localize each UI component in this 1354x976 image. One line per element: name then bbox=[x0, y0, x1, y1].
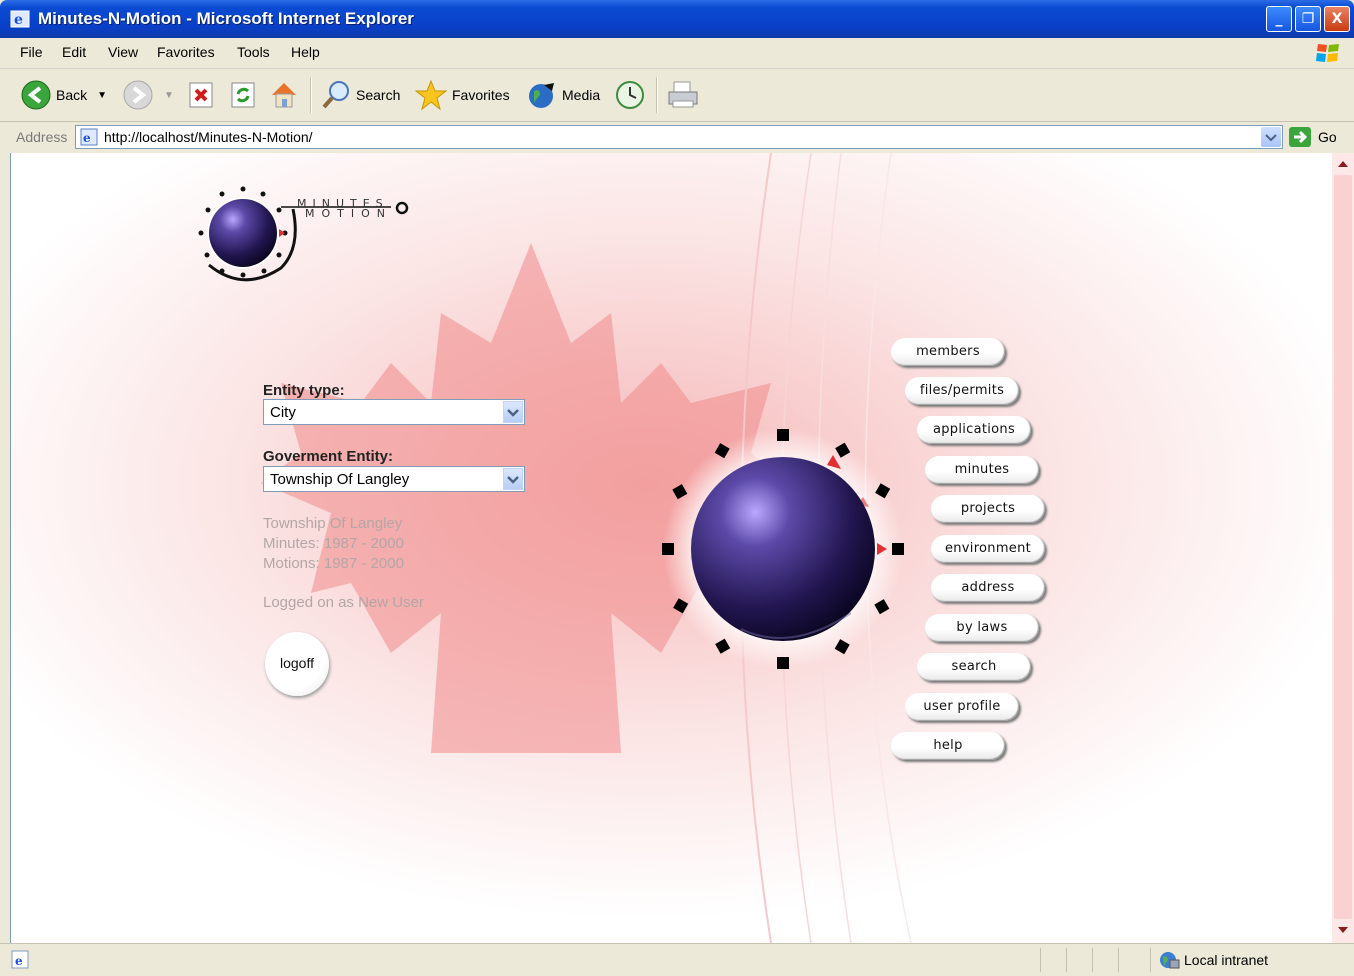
media-globe-icon bbox=[529, 83, 554, 108]
toolbar-separator bbox=[310, 77, 312, 113]
status-divider bbox=[1040, 948, 1041, 972]
status-divider bbox=[1066, 948, 1067, 972]
page-icon: e bbox=[80, 128, 98, 146]
page-background bbox=[11, 153, 1333, 943]
forward-dropdown-icon[interactable]: ▼ bbox=[164, 90, 174, 101]
toolbar: Back ▼ ▼ Search Favorites Media bbox=[0, 69, 1354, 122]
refresh-button[interactable] bbox=[228, 77, 258, 113]
address-bar: Address e http://localhost/Minutes-N-Mot… bbox=[0, 122, 1354, 152]
back-button[interactable]: Back ▼ bbox=[20, 77, 107, 113]
favorites-star-icon bbox=[414, 79, 448, 111]
menu-bar: File Edit View Favorites Tools Help bbox=[0, 38, 1354, 69]
nav-by-laws-button[interactable]: by laws bbox=[925, 614, 1039, 642]
nav-applications-button[interactable]: applications bbox=[917, 416, 1031, 444]
minimize-button[interactable]: _ bbox=[1266, 6, 1292, 32]
government-entity-label: Goverment Entity: bbox=[263, 448, 394, 465]
restore-button[interactable]: ❐ bbox=[1295, 6, 1321, 32]
nav-search-button[interactable]: search bbox=[917, 653, 1031, 681]
search-icon bbox=[322, 81, 349, 109]
motions-range-text: Motions: 1987 - 2000 bbox=[263, 555, 404, 572]
entity-type-label: Entity type: bbox=[263, 382, 345, 399]
go-button[interactable]: Go bbox=[1288, 126, 1337, 148]
menu-view[interactable]: View bbox=[108, 44, 138, 60]
menu-favorites[interactable]: Favorites bbox=[157, 44, 215, 60]
window-titlebar: e Minutes-N-Motion - Microsoft Internet … bbox=[0, 0, 1354, 38]
back-dropdown-icon[interactable]: ▼ bbox=[97, 90, 107, 101]
logged-on-text: Logged on as New User bbox=[263, 594, 424, 611]
logoff-button[interactable]: logoff bbox=[265, 632, 329, 696]
address-label: Address bbox=[16, 129, 68, 145]
status-divider bbox=[1092, 948, 1093, 972]
status-bar: e Local intranet bbox=[0, 943, 1354, 976]
entity-type-value: City bbox=[270, 404, 296, 421]
window-title: Minutes-N-Motion - Microsoft Internet Ex… bbox=[38, 9, 414, 28]
entity-name-text: Township Of Langley bbox=[263, 515, 403, 532]
windows-flag-icon bbox=[1316, 44, 1339, 62]
menu-edit[interactable]: Edit bbox=[62, 44, 86, 60]
entity-type-dropdown-button[interactable] bbox=[503, 401, 523, 423]
scrollbar-track[interactable] bbox=[1334, 175, 1352, 919]
favorites-button[interactable]: Favorites bbox=[414, 77, 510, 113]
forward-button[interactable]: ▼ bbox=[122, 77, 174, 113]
status-divider bbox=[1150, 948, 1151, 972]
address-dropdown-button[interactable] bbox=[1261, 127, 1281, 147]
print-button[interactable] bbox=[666, 77, 700, 113]
address-url: http://localhost/Minutes-N-Motion/ bbox=[104, 129, 313, 145]
scroll-down-arrow-icon[interactable] bbox=[1334, 921, 1352, 939]
nav-user-profile-button[interactable]: user profile bbox=[905, 693, 1019, 721]
intranet-globe-icon bbox=[1160, 952, 1180, 969]
print-icon bbox=[668, 81, 698, 108]
government-entity-select[interactable]: Township Of Langley bbox=[263, 466, 525, 492]
search-button[interactable]: Search bbox=[320, 77, 400, 113]
logo-text-motion: MOTION bbox=[305, 207, 392, 220]
home-icon bbox=[272, 83, 296, 108]
chevron-down-icon bbox=[507, 409, 519, 417]
history-icon bbox=[616, 81, 644, 109]
svg-text:e: e bbox=[83, 131, 91, 145]
nav-members-button[interactable]: members bbox=[891, 338, 1005, 366]
government-entity-dropdown-button[interactable] bbox=[503, 468, 523, 490]
nav-projects-button[interactable]: projects bbox=[931, 495, 1045, 523]
nav-help-button[interactable]: help bbox=[891, 732, 1005, 760]
svg-text:e: e bbox=[15, 954, 23, 968]
toolbar-separator bbox=[656, 77, 658, 113]
stop-icon bbox=[189, 82, 213, 108]
nav-minutes-button[interactable]: minutes bbox=[925, 456, 1039, 484]
go-arrow-icon bbox=[1289, 127, 1311, 147]
main-dial-sphere bbox=[691, 457, 875, 641]
page-status-icon: e bbox=[11, 950, 29, 969]
vertical-scrollbar[interactable] bbox=[1332, 153, 1354, 943]
address-input[interactable]: e http://localhost/Minutes-N-Motion/ bbox=[75, 125, 1283, 149]
nav-files-permits-button[interactable]: files/permits bbox=[905, 377, 1019, 405]
status-divider bbox=[1118, 948, 1119, 972]
close-button[interactable]: X bbox=[1324, 6, 1350, 32]
chevron-down-icon bbox=[507, 476, 519, 484]
chevron-down-icon bbox=[1265, 134, 1277, 142]
refresh-icon bbox=[231, 82, 255, 108]
security-zone-text: Local intranet bbox=[1184, 952, 1269, 968]
menu-help[interactable]: Help bbox=[291, 44, 320, 60]
page-viewport: MINUTES MOTION Entity type: City Goverme… bbox=[10, 153, 1333, 943]
home-button[interactable] bbox=[268, 77, 300, 113]
minutes-range-text: Minutes: 1987 - 2000 bbox=[263, 535, 404, 552]
history-button[interactable] bbox=[614, 77, 646, 113]
forward-arrow-icon bbox=[123, 80, 153, 110]
media-button[interactable]: Media bbox=[526, 77, 600, 113]
nav-environment-button[interactable]: environment bbox=[931, 535, 1045, 563]
menu-file[interactable]: File bbox=[20, 44, 43, 60]
svg-text:e: e bbox=[14, 12, 23, 28]
government-entity-value: Township Of Langley bbox=[270, 471, 410, 488]
scroll-up-arrow-icon[interactable] bbox=[1334, 155, 1352, 173]
entity-type-select[interactable]: City bbox=[263, 399, 525, 425]
nav-address-button[interactable]: address bbox=[931, 574, 1045, 602]
back-arrow-icon bbox=[21, 80, 51, 110]
ie-icon: e bbox=[10, 10, 30, 28]
menu-tools[interactable]: Tools bbox=[237, 44, 270, 60]
stop-button[interactable] bbox=[186, 77, 216, 113]
